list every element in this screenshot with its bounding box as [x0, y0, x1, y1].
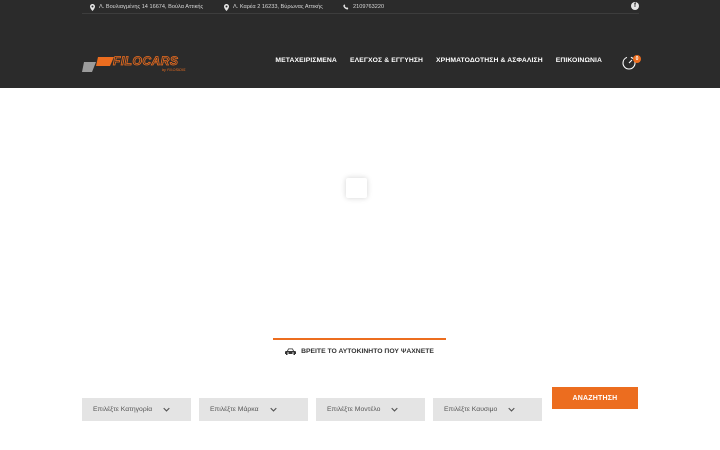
chevron-down-icon	[508, 407, 516, 412]
make-select[interactable]: Επιλέξτε Μάρκα	[199, 398, 308, 421]
logo-brand-text: FILOCARS	[113, 54, 178, 68]
address-2: Λ. Καρέα 2 16233, Βύρωνας Αττικής	[224, 2, 323, 12]
fuel-select[interactable]: Επιλέξτε Καυσιμο	[433, 398, 542, 421]
map-pin-icon	[90, 3, 95, 11]
chevron-down-icon	[269, 407, 277, 412]
nav-item-inspection[interactable]: ΕΛΕΓΧΟΣ & ΕΓΓΥΗΣΗ	[350, 57, 423, 67]
category-select-label: Επιλέξτε Κατηγορία	[93, 406, 153, 413]
search-tab-label: ΒΡΕΙΤΕ ΤΟ ΑΥΤΟΚΙΝΗΤΟ ΠΟΥ ΨΑΧΝΕΤΕ	[301, 348, 434, 355]
nav-item-contact[interactable]: ΕΠΙΚΟΙΝΩΝΙΑ	[556, 57, 602, 67]
address-1-text: Λ. Βουλιαγμένης 14 16674, Βούλα Αττικής	[99, 4, 204, 10]
logo-tagline-text: by FILOSIDIS	[162, 68, 186, 72]
site-header: Λ. Βουλιαγμένης 14 16674, Βούλα Αττικής …	[0, 0, 720, 88]
main-nav: ΜΕΤΑΧΕΙΡΙΣΜΕΝΑ ΕΛΕΓΧΟΣ & ΕΓΓΥΗΣΗ ΧΡΗΜΑΤΟ…	[275, 57, 602, 67]
top-bar: Λ. Βουλιαγμένης 14 16674, Βούλα Αττικής …	[82, 0, 639, 14]
logo-mark: FILOCARS by FILOSIDIS	[82, 54, 186, 72]
cart-count-badge: 0	[633, 55, 641, 63]
nav-item-financing[interactable]: ΧΡΗΜΑΤΟΔΟΤΗΣΗ & ΑΣΦΑΛΙΣΗ	[436, 57, 543, 67]
search-button[interactable]: ΑΝΑΖΗΤΗΣΗ	[552, 387, 638, 409]
phone-link[interactable]: 2109763220	[343, 2, 384, 12]
loading-spinner	[346, 178, 367, 198]
chevron-down-icon	[163, 407, 170, 412]
nav-item-used[interactable]: ΜΕΤΑΧΕΙΡΙΣΜΕΝΑ	[275, 57, 337, 67]
fuel-select-label: Επιλέξτε Καυσιμο	[444, 406, 498, 413]
phone-icon	[343, 4, 349, 10]
map-pin-icon	[224, 3, 229, 11]
car-icon	[285, 348, 297, 355]
make-select-label: Επιλέξτε Μάρκα	[210, 406, 259, 413]
phone-text: 2109763220	[353, 4, 385, 10]
chevron-down-icon	[391, 407, 399, 412]
logo[interactable]: FILOCARS by FILOSIDIS	[82, 52, 206, 74]
address-2-text: Λ. Καρέα 2 16233, Βύρωνας Αττικής	[233, 4, 323, 10]
category-select[interactable]: Επιλέξτε Κατηγορία	[82, 398, 191, 421]
address-1: Λ. Βουλιαγμένης 14 16674, Βούλα Αττικής	[90, 2, 203, 12]
model-select-label: Επιλέξτε Μοντέλο	[327, 406, 381, 413]
facebook-icon[interactable]: f	[631, 2, 639, 10]
search-tab[interactable]: ΒΡΕΙΤΕ ΤΟ ΑΥΤΟΚΙΝΗΤΟ ΠΟΥ ΨΑΧΝΕΤΕ	[273, 338, 446, 363]
model-select[interactable]: Επιλέξτε Μοντέλο	[316, 398, 425, 421]
